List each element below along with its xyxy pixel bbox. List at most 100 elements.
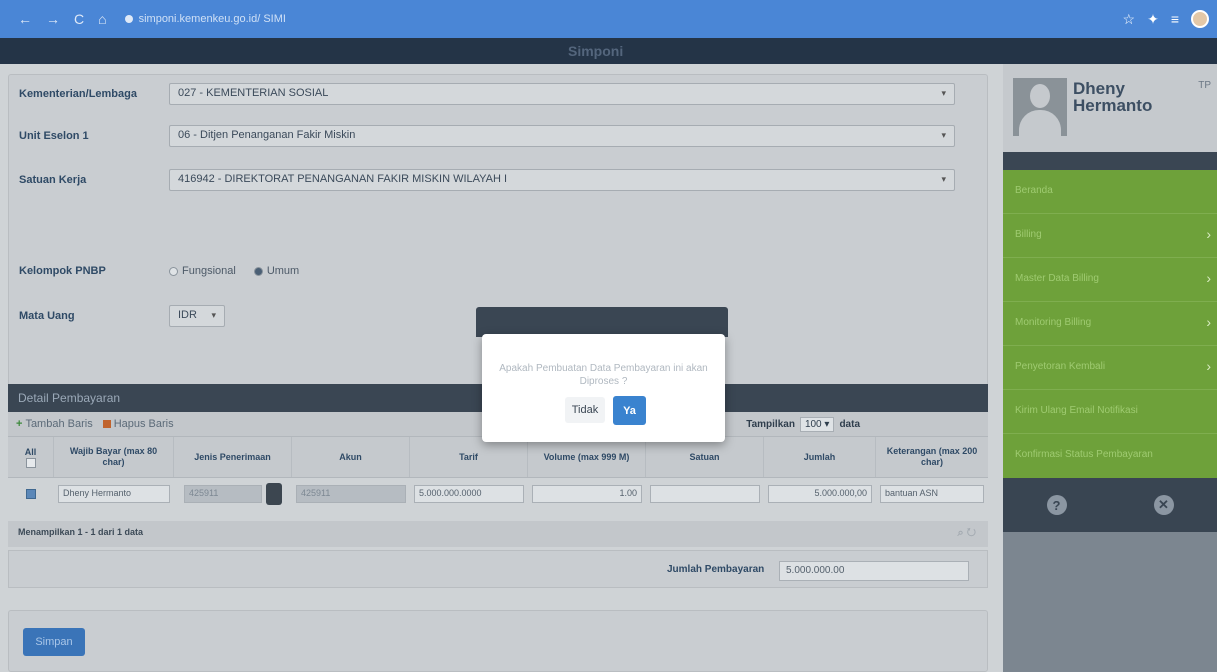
chevron-right-icon: ›	[1206, 314, 1211, 330]
pager-controls: ⌕ ↻	[957, 527, 976, 540]
sidebar-item-monitoring[interactable]: Monitoring Billing ›	[1003, 302, 1217, 346]
column-keterangan[interactable]: Keterangan (max 200 char)	[876, 437, 988, 477]
app-logo: Simponi	[568, 43, 624, 59]
column-volume[interactable]: Volume (max 999 M)	[528, 437, 646, 477]
modal-backdrop-header	[476, 307, 728, 337]
kementerian-label: Kementerian/Lembaga	[19, 88, 137, 100]
chevron-right-icon: ›	[1206, 358, 1211, 374]
browser-toolbar: ← → C ⌂ simponi.kemenkeu.go.id/ SIMI ☆ ✦…	[0, 0, 1217, 38]
mata-uang-row: Mata Uang IDR ▾	[19, 305, 225, 327]
lock-icon	[124, 15, 133, 23]
eselon-row: Unit Eselon 1 06 - Ditjen Penanganan Fak…	[19, 125, 955, 147]
table-header: All Wajib Bayar (max 80 char) Jenis Pene…	[8, 436, 988, 478]
show-label: Tampilkan	[746, 418, 795, 430]
delete-row-button[interactable]: Hapus Baris	[102, 418, 174, 430]
menu-icon[interactable]: ≡	[1171, 11, 1179, 27]
kementerian-value: 027 - KEMENTERIAN SOSIAL	[178, 87, 329, 99]
sidebar-item-label: Master Data Billing	[1015, 273, 1099, 284]
radio-checked-icon	[253, 266, 263, 276]
tarif-input[interactable]: 5.000.000.0000	[414, 485, 524, 503]
sidebar-menu: Beranda Billing › Master Data Billing › Mo…	[1003, 170, 1217, 478]
volume-cell: 1.00	[528, 478, 646, 510]
confirm-button[interactable]: Ya	[613, 396, 646, 425]
column-all-label: All	[24, 446, 37, 457]
volume-input[interactable]: 1.00	[532, 485, 642, 503]
table-pager: Menampilkan 1 - 1 dari 1 data ⌕ ↻	[8, 521, 988, 547]
confirm-dialog: Apakah Pembuatan Data Pembayaran ini aka…	[482, 334, 725, 442]
total-panel: Jumlah Pembayaran 5.000.000.00	[8, 550, 988, 588]
jumlah-cell: 5.000.000,00	[764, 478, 876, 510]
mata-uang-select[interactable]: IDR ▾	[169, 305, 225, 327]
column-all: All	[8, 437, 54, 477]
satker-label: Satuan Kerja	[19, 174, 87, 186]
column-jumlah[interactable]: Jumlah	[764, 437, 876, 477]
sidebar-item-label: Kirim Ulang Email Notifikasi	[1015, 405, 1138, 416]
search-icon[interactable]: ⌕	[957, 527, 963, 539]
kementerian-select[interactable]: 027 - KEMENTERIAN SOSIAL ▾	[169, 83, 955, 105]
action-panel: Simpan	[8, 610, 988, 672]
satuan-input[interactable]	[650, 485, 760, 503]
row-checkbox[interactable]	[26, 489, 36, 499]
url-text: simponi.kemenkeu.go.id/ SIMI	[138, 13, 286, 25]
user-name: Dheny Hermanto	[1073, 79, 1153, 115]
sidebar-footer: ? ✕	[1003, 478, 1217, 532]
chevron-down-icon: ▾	[211, 310, 216, 320]
keterangan-input[interactable]: bantuan ASN	[880, 485, 984, 503]
sidebar-item-label: Konfirmasi Status Pembayaran	[1015, 449, 1153, 460]
jenis-penerimaan-input[interactable]: 425911	[184, 485, 262, 503]
column-akun[interactable]: Akun	[292, 437, 410, 477]
sidebar-item-kirim-ulang[interactable]: Kirim Ulang Email Notifikasi	[1003, 390, 1217, 434]
chevron-down-icon: ▾	[941, 88, 946, 98]
kementerian-row: Kementerian/Lembaga 027 - KEMENTERIAN SO…	[19, 83, 955, 105]
satker-select[interactable]: 416942 - DIREKTORAT PENANGANAN FAKIR MIS…	[169, 169, 955, 191]
page-size-select[interactable]: 100 ▾	[799, 416, 835, 432]
jenis-cell: 425911	[174, 478, 292, 510]
back-icon[interactable]: ←	[18, 11, 32, 27]
chevron-right-icon: ›	[1206, 270, 1211, 286]
radio-fungsional[interactable]: Fungsional	[169, 265, 236, 277]
browser-actions: ☆ ✦ ≡	[1123, 10, 1209, 28]
save-button[interactable]: Simpan	[23, 628, 85, 656]
address-bar[interactable]: simponi.kemenkeu.go.id/ SIMI	[124, 13, 286, 25]
column-jenis-penerimaan[interactable]: Jenis Penerimaan	[174, 437, 292, 477]
refresh-icon[interactable]: ↻	[967, 527, 976, 539]
wajib-bayar-input[interactable]: Dheny Hermanto	[58, 485, 170, 503]
radio-icon	[169, 266, 178, 276]
reload-icon[interactable]: C	[74, 11, 84, 27]
eselon-select[interactable]: 06 - Ditjen Penanganan Fakir Miskin ▾	[169, 125, 955, 147]
keterangan-cell: bantuan ASN	[876, 478, 988, 510]
chevron-down-icon: ▾	[941, 174, 946, 184]
sidebar-item-konfirmasi[interactable]: Konfirmasi Status Pembayaran	[1003, 434, 1217, 478]
sidebar-divider	[1003, 152, 1217, 170]
browser-nav: ← → C ⌂	[18, 11, 107, 27]
sidebar-item-label: Beranda	[1015, 185, 1053, 196]
radio-umum[interactable]: Umum	[253, 265, 299, 277]
akun-cell: 425911	[292, 478, 410, 510]
logout-icon[interactable]: ✕	[1153, 495, 1174, 515]
total-label: Jumlah Pembayaran	[667, 564, 765, 575]
sidebar-item-penyetoran[interactable]: Penyetoran Kembali ›	[1003, 346, 1217, 390]
help-icon[interactable]: ?	[1046, 495, 1067, 515]
star-icon[interactable]: ☆	[1123, 11, 1136, 28]
profile-avatar-icon[interactable]	[1191, 10, 1209, 28]
cancel-button[interactable]: Tidak	[565, 397, 605, 423]
sidebar-item-master-data[interactable]: Master Data Billing ›	[1003, 258, 1217, 302]
radio-fungsional-label: Fungsional	[182, 265, 236, 277]
total-value: 5.000.000.00	[779, 561, 969, 581]
select-all-checkbox[interactable]	[25, 457, 36, 468]
sidebar-item-label: Monitoring Billing	[1015, 317, 1092, 328]
column-satuan[interactable]: Satuan	[646, 437, 764, 477]
wajib-bayar-cell: Dheny Hermanto	[54, 478, 174, 510]
extension-icon[interactable]: ✦	[1147, 11, 1159, 28]
lookup-button[interactable]	[266, 483, 282, 505]
sidebar-item-billing[interactable]: Billing ›	[1003, 214, 1217, 258]
jumlah-input: 5.000.000,00	[768, 485, 872, 503]
column-tarif[interactable]: Tarif	[410, 437, 528, 477]
forward-icon[interactable]: →	[46, 11, 60, 27]
user-profile: Dheny Hermanto TP	[1003, 64, 1217, 152]
sidebar-item-beranda[interactable]: Beranda	[1003, 170, 1217, 214]
satker-row: Satuan Kerja 416942 - DIREKTORAT PENANGA…	[19, 169, 955, 191]
home-icon[interactable]: ⌂	[98, 11, 106, 27]
column-wajib-bayar[interactable]: Wajib Bayar (max 80 char)	[54, 437, 174, 477]
add-row-button[interactable]: + Tambah Baris	[16, 418, 93, 430]
